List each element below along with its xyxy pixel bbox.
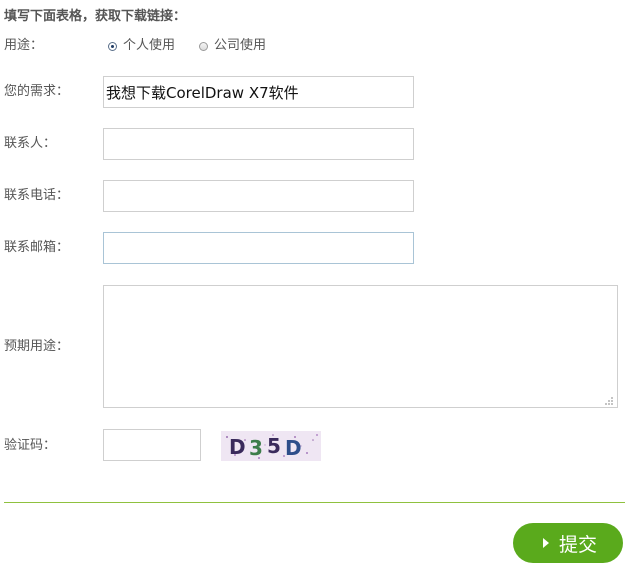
form-divider (4, 502, 625, 503)
usage-radio-group: 个人使用 公司使用 (108, 37, 266, 55)
play-arrow-icon (542, 538, 549, 548)
form-title: 填写下面表格，获取下载链接： (4, 9, 187, 24)
captcha-char-2: 3 (249, 436, 263, 460)
captcha-char-1: D (229, 435, 246, 459)
captcha-input[interactable] (103, 429, 201, 461)
usage-option-personal[interactable]: 个人使用 (108, 37, 175, 55)
usage-option-company[interactable]: 公司使用 (199, 37, 266, 55)
contact-label: 联系人： (4, 136, 57, 151)
phone-input[interactable] (103, 180, 414, 212)
contact-input[interactable] (103, 128, 414, 160)
need-input[interactable] (103, 76, 414, 108)
usage-option-company-label: 公司使用 (214, 38, 267, 53)
purpose-label: 预期用途： (4, 339, 70, 354)
email-input[interactable] (103, 232, 414, 264)
captcha-label: 验证码： (4, 438, 57, 453)
purpose-textarea[interactable] (103, 285, 618, 408)
phone-label: 联系电话： (4, 188, 70, 203)
captcha-char-4: D (285, 436, 302, 460)
submit-button-label: 提交 (558, 533, 597, 556)
resize-grip-icon[interactable] (604, 396, 614, 406)
radio-checked-icon[interactable] (108, 41, 117, 51)
captcha-image[interactable]: D 3 5 D (221, 431, 321, 461)
email-label: 联系邮箱： (4, 240, 70, 255)
need-label: 您的需求： (4, 84, 70, 99)
captcha-char-3: 5 (267, 434, 281, 458)
radio-unchecked-icon[interactable] (199, 41, 209, 51)
submit-button[interactable]: 提交 (513, 523, 623, 563)
usage-label: 用途： (4, 38, 44, 53)
usage-option-personal-label: 个人使用 (123, 38, 176, 53)
